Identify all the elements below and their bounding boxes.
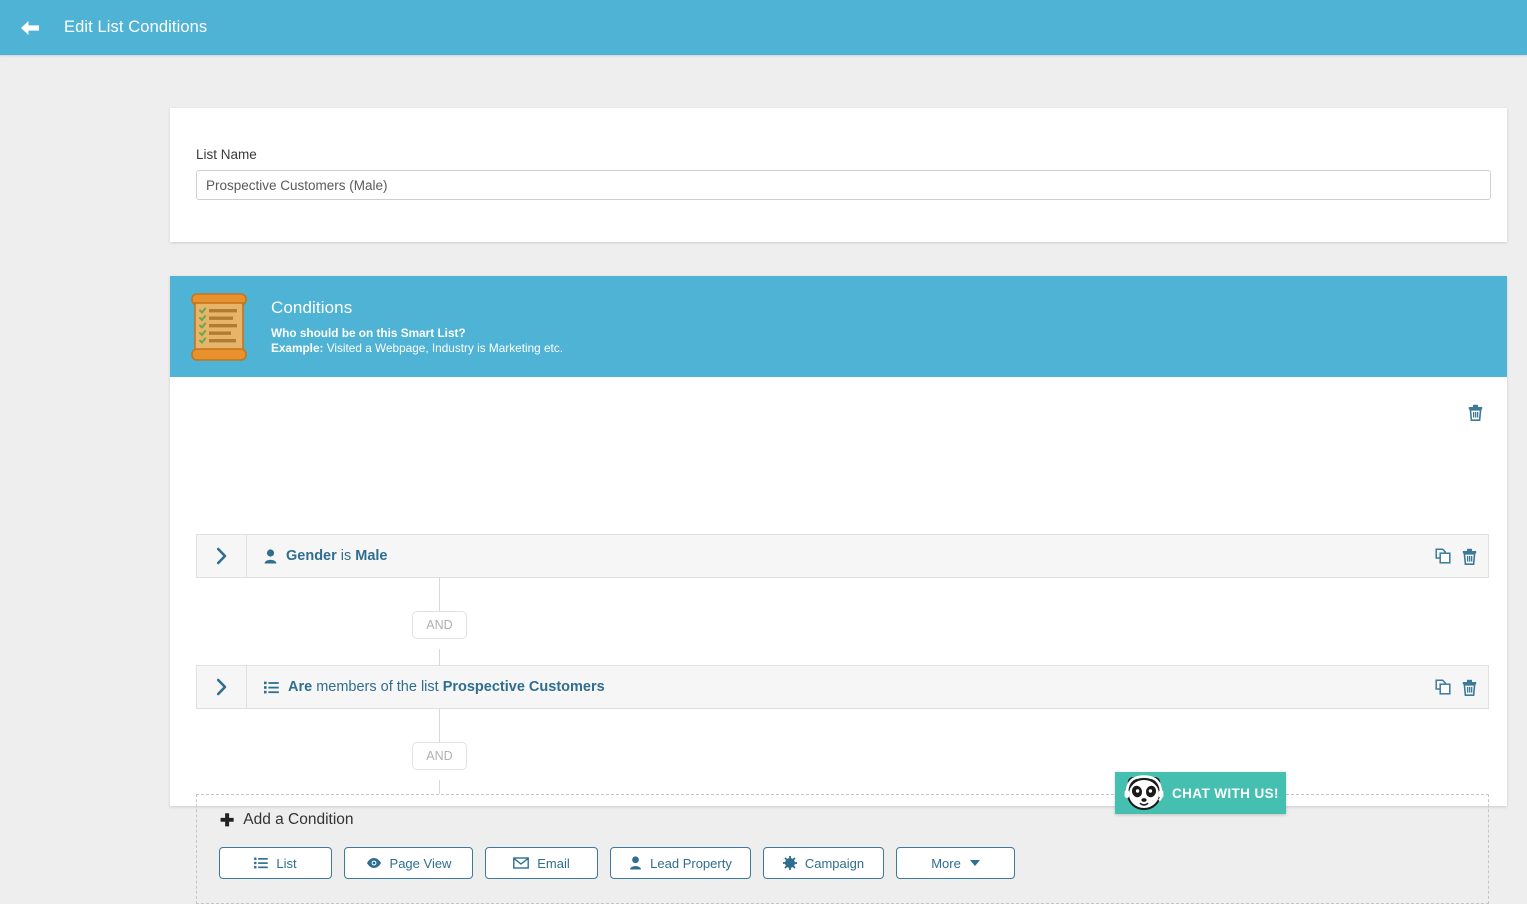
connector-and-badge[interactable]: AND [412, 742, 467, 770]
conditions-example-text: Visited a Webpage, Industry is Marketing… [323, 340, 564, 355]
trash-icon [1468, 404, 1483, 421]
conditions-panel: Conditions Who should be on this Smart L… [170, 276, 1507, 904]
condition-delete-button[interactable] [1462, 679, 1477, 696]
back-button[interactable] [8, 0, 52, 55]
add-condition-lead-property-button[interactable]: Lead Property [610, 847, 751, 879]
condition-text: Gender is Male [264, 548, 388, 564]
envelope-icon [513, 857, 530, 869]
trash-icon [1462, 548, 1477, 565]
person-icon [629, 856, 642, 870]
copy-icon [1435, 679, 1451, 695]
condition-copy-button[interactable] [1435, 548, 1451, 564]
add-condition-campaign-button[interactable]: Campaign [763, 847, 884, 879]
group-delete-button[interactable] [1468, 404, 1483, 426]
condition-operator: members of the list [316, 679, 439, 695]
list-icon [264, 681, 279, 694]
page-title: Edit List Conditions [64, 18, 208, 36]
add-condition-buttons: List Page View Email Lead Property Campa… [219, 847, 1015, 879]
eye-icon [366, 857, 382, 869]
chevron-right-icon [216, 547, 226, 565]
copy-icon [1435, 548, 1451, 564]
conditions-subtitle-line1: Who should be on this Smart List? [271, 325, 466, 340]
trash-icon [1462, 679, 1477, 696]
chat-with-us-widget[interactable]: CHAT WITH US! [1115, 772, 1286, 814]
connector-line [439, 780, 440, 794]
button-label: More [931, 855, 961, 871]
condition-text: Are members of the list Prospective Cust… [264, 679, 605, 695]
add-condition-email-button[interactable]: Email [485, 847, 598, 879]
panda-headset-icon [1124, 775, 1164, 810]
condition-row[interactable]: Gender is Male [196, 534, 1489, 578]
list-name-label: List Name [196, 147, 257, 162]
condition-copy-button[interactable] [1435, 679, 1451, 695]
button-label: List [276, 855, 297, 871]
list-name-input[interactable] [196, 170, 1491, 200]
condition-expander-button[interactable] [197, 535, 247, 577]
condition-operator: is [340, 548, 352, 564]
connector-line [439, 709, 440, 742]
button-label: Lead Property [650, 855, 732, 871]
conditions-example-line: Example: Visited a Webpage, Industry is … [271, 341, 563, 356]
condition-expander-button[interactable] [197, 666, 247, 708]
chat-widget-label: CHAT WITH US! [1172, 785, 1279, 801]
conditions-title: Conditions [271, 297, 353, 317]
plus-icon: ✚ [220, 810, 235, 830]
condition-value: Male [355, 548, 388, 564]
button-label: Email [537, 855, 570, 871]
connector-and-badge[interactable]: AND [412, 611, 467, 639]
condition-subject: Gender [286, 548, 337, 564]
list-name-card: List Name [170, 108, 1507, 242]
scroll-checklist-icon [191, 292, 247, 361]
connector-line [439, 649, 440, 665]
person-icon [264, 548, 277, 564]
condition-row[interactable]: Are members of the list Prospective Cust… [196, 665, 1489, 709]
condition-value: Prospective Customers [442, 679, 605, 695]
conditions-subtitle: Who should be on this Smart List? Exampl… [271, 326, 563, 356]
button-label: Campaign [804, 855, 865, 871]
caret-down-icon [969, 860, 980, 866]
add-condition-page-view-button[interactable]: Page View [344, 847, 473, 879]
conditions-example-label: Example: [271, 340, 324, 355]
list-icon [254, 857, 269, 869]
conditions-panel-header: Conditions Who should be on this Smart L… [170, 276, 1507, 377]
add-condition-list-button[interactable]: List [219, 847, 332, 879]
connector-line [439, 578, 440, 611]
conditions-body: Gender is Male AND Are members of the li… [170, 377, 1507, 904]
arrow-left-icon [21, 20, 39, 35]
chevron-right-icon [216, 678, 226, 696]
condition-delete-button[interactable] [1462, 548, 1477, 565]
condition-subject: Are [288, 679, 313, 695]
gear-icon [782, 856, 797, 870]
condition-row-actions [1435, 548, 1477, 565]
condition-row-actions [1435, 679, 1477, 696]
add-condition-more-button[interactable]: More [896, 847, 1015, 879]
add-condition-box: ✚ Add a Condition List Page View Email L… [196, 794, 1489, 904]
top-header-bar: Edit List Conditions [0, 0, 1527, 55]
button-label: Page View [389, 855, 452, 871]
